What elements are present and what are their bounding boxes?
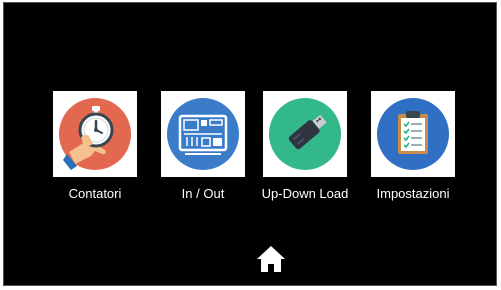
clipboard-checklist-icon: [377, 98, 449, 170]
menu-item-in-out[interactable]: [161, 91, 245, 177]
device-screen: Contatori In / Out Up-Down Load Impostaz…: [3, 2, 497, 286]
usb-drive-icon: [269, 98, 341, 170]
menu-label-impostazioni: Impostazioni: [376, 186, 450, 201]
stopwatch-in-hand-icon: [59, 98, 131, 170]
menu-label-up-down-load: Up-Down Load: [261, 186, 349, 201]
menu-item-impostazioni[interactable]: [371, 91, 455, 177]
circuit-board-icon: [167, 98, 239, 170]
menu-item-up-down-load[interactable]: [263, 91, 347, 177]
home-icon[interactable]: [255, 243, 287, 275]
menu-label-contatori: Contatori: [68, 186, 122, 201]
menu-item-contatori[interactable]: [53, 91, 137, 177]
